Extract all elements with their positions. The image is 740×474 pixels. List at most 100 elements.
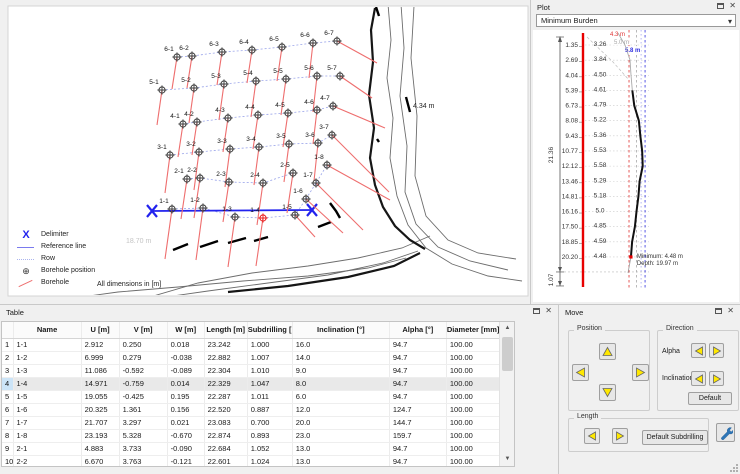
table-cell[interactable]: 6.0 [292, 390, 390, 404]
column-header[interactable]: Inclination [°] [292, 322, 390, 339]
close-panel-icon[interactable]: ✕ [545, 307, 552, 315]
table-cell[interactable]: 23.242 [204, 338, 248, 352]
table-cell[interactable]: 1-8 [13, 429, 82, 443]
table-cell[interactable]: 22.287 [204, 390, 248, 404]
default-subdrilling-button[interactable]: Default Subdrilling [642, 430, 708, 445]
table-cell[interactable]: 16.0 [292, 338, 390, 352]
float-panel-icon[interactable] [533, 308, 541, 314]
table-cell[interactable]: 1.024 [247, 455, 293, 466]
table-row[interactable]: 7 1-7 21.707 3.297 0.021 23.083 0.700 20.0 144.7… [2, 416, 501, 430]
column-header[interactable]: W [m] [167, 322, 205, 339]
direction-default-button[interactable]: Default [688, 392, 732, 405]
table-cell[interactable]: 1.052 [247, 442, 293, 456]
table-cell[interactable]: 0.700 [247, 416, 293, 430]
move-down-button[interactable] [599, 384, 616, 401]
close-panel-icon[interactable]: ✕ [727, 307, 734, 315]
table-cell[interactable]: 144.7 [389, 416, 447, 430]
table-cell[interactable]: 0.156 [167, 403, 205, 417]
table-cell[interactable]: 14.0 [292, 351, 390, 365]
table-cell[interactable]: 3.763 [119, 455, 168, 466]
alpha-decrease-button[interactable] [691, 343, 706, 358]
table-cell[interactable]: -0.425 [119, 390, 168, 404]
length-decrease-button[interactable] [584, 428, 600, 444]
table-row[interactable]: 6 1-6 20.325 1.361 0.156 22.520 0.887 12.0 124.7… [2, 403, 501, 417]
table-cell[interactable]: 22.882 [204, 351, 248, 365]
table-cell[interactable]: 1-7 [13, 416, 82, 430]
row-number-cell[interactable]: 2 [2, 351, 14, 365]
table-cell[interactable]: 0.250 [119, 338, 168, 352]
length-increase-button[interactable] [612, 428, 628, 444]
table-cell[interactable]: 1-5 [13, 390, 82, 404]
alpha-increase-button[interactable] [709, 343, 724, 358]
table-cell[interactable]: 6.670 [81, 455, 120, 466]
table-cell[interactable]: 124.7 [389, 403, 447, 417]
table-cell[interactable]: 13.0 [292, 455, 390, 466]
table-cell[interactable]: 94.7 [389, 351, 447, 365]
table-cell[interactable]: 1.011 [247, 390, 293, 404]
table-cell[interactable]: 22.329 [204, 377, 248, 391]
table-row[interactable]: 4 1-4 14.971 -0.759 0.014 22.329 1.047 8.0 94.7 1… [2, 377, 501, 391]
table-cell[interactable]: -0.759 [119, 377, 168, 391]
table-cell[interactable]: 0.887 [247, 403, 293, 417]
table-cell[interactable]: 94.7 [389, 338, 447, 352]
move-up-button[interactable] [599, 343, 616, 360]
table-cell[interactable]: 4.883 [81, 442, 120, 456]
table-vertical-scrollbar[interactable]: ▲ ▼ [499, 322, 514, 466]
table-cell[interactable]: 94.7 [389, 364, 447, 378]
table-cell[interactable]: 21.707 [81, 416, 120, 430]
table-cell[interactable]: 100.00 [446, 364, 501, 378]
table-row[interactable]: 8 1-8 23.193 5.328 -0.670 22.874 0.893 23.0 159.… [2, 429, 501, 443]
table-cell[interactable]: -0.121 [167, 455, 205, 466]
scrollbar-thumb[interactable] [502, 337, 513, 371]
move-left-button[interactable] [572, 364, 589, 381]
move-right-button[interactable] [632, 364, 649, 381]
table-cell[interactable]: -0.090 [167, 442, 205, 456]
table-cell[interactable]: 94.7 [389, 442, 447, 456]
table-cell[interactable]: 94.7 [389, 390, 447, 404]
table-cell[interactable]: 100.00 [446, 416, 501, 430]
row-number-cell[interactable]: 6 [2, 403, 14, 417]
inclination-decrease-button[interactable] [691, 371, 706, 386]
table-cell[interactable]: 11.086 [81, 364, 120, 378]
table-cell[interactable]: 0.893 [247, 429, 293, 443]
table-cell[interactable]: 13.0 [292, 442, 390, 456]
table-cell[interactable]: 3.733 [119, 442, 168, 456]
table-cell[interactable]: 23.083 [204, 416, 248, 430]
row-number-cell[interactable]: 7 [2, 416, 14, 430]
table-cell[interactable]: 12.0 [292, 403, 390, 417]
resize-grip[interactable] [730, 464, 738, 472]
table-cell[interactable]: 1-4 [13, 377, 82, 391]
table-cell[interactable]: 1.010 [247, 364, 293, 378]
row-number-cell[interactable]: 8 [2, 429, 14, 443]
table-cell[interactable]: 0.195 [167, 390, 205, 404]
table-cell[interactable]: 100.00 [446, 403, 501, 417]
table-cell[interactable]: 94.7 [389, 377, 447, 391]
column-header[interactable]: Name [13, 322, 82, 339]
column-header[interactable]: U [m] [81, 322, 120, 339]
inclination-increase-button[interactable] [709, 371, 724, 386]
table-cell[interactable]: 159.7 [389, 429, 447, 443]
row-number-header[interactable] [2, 322, 14, 339]
table-cell[interactable]: 1.007 [247, 351, 293, 365]
table-cell[interactable]: 1.047 [247, 377, 293, 391]
row-number-cell[interactable]: 3 [2, 364, 14, 378]
table-cell[interactable]: 0.021 [167, 416, 205, 430]
table-cell[interactable]: -0.038 [167, 351, 205, 365]
table-cell[interactable]: 20.0 [292, 416, 390, 430]
table-cell[interactable]: 22.304 [204, 364, 248, 378]
table-cell[interactable]: 1-2 [13, 351, 82, 365]
float-panel-icon[interactable] [715, 308, 723, 314]
table-cell[interactable]: 20.325 [81, 403, 120, 417]
table-cell[interactable]: 19.055 [81, 390, 120, 404]
table-cell[interactable]: -0.670 [167, 429, 205, 443]
table-row[interactable]: 3 1-3 11.086 -0.592 -0.089 22.304 1.010 9.0 94.7… [2, 364, 501, 378]
table-cell[interactable]: 100.00 [446, 377, 501, 391]
borehole-table-grid[interactable]: Name U [m] V [m] W [m] Length [m] Subdrilling… [2, 322, 501, 466]
table-cell[interactable]: 22.684 [204, 442, 248, 456]
scroll-down-icon[interactable]: ▼ [500, 453, 514, 466]
row-number-cell[interactable]: 4 [2, 377, 14, 391]
settings-wrench-button[interactable] [716, 423, 735, 442]
table-cell[interactable]: 1-3 [13, 364, 82, 378]
table-cell[interactable]: 2.912 [81, 338, 120, 352]
table-cell[interactable]: 23.0 [292, 429, 390, 443]
